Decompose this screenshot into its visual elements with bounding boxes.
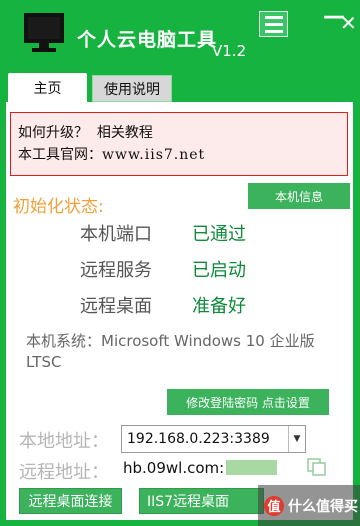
local-address-label: 本地地址： — [19, 431, 109, 452]
local-info-button[interactable]: 本机信息 — [248, 183, 350, 209]
status-label: 远程桌面 — [80, 296, 152, 317]
close-button[interactable]: ✕ — [340, 12, 357, 34]
watermark-badge: 值 — [264, 495, 284, 516]
hamburger-icon-bar — [264, 15, 283, 19]
remote-address-value: hb.09wl.com: — [123, 459, 225, 477]
status-value: 已启动 — [192, 260, 246, 281]
app-window: 个人云电脑工具 V1.2 — ✕ 主页 使用说明 如何升级？ 相关教程 本工具官… — [0, 0, 360, 526]
website-line: 本工具官网：www.iis7.net — [18, 144, 347, 166]
status-label: 本机端口 — [80, 224, 152, 245]
local-address-select[interactable]: 192.168.0.223:3389 ▼ — [121, 425, 306, 453]
tab-home[interactable]: 主页 — [8, 73, 87, 102]
redacted-mask — [226, 460, 278, 475]
website-link[interactable]: www.iis7.net — [102, 147, 205, 163]
hamburger-icon-bar — [264, 22, 283, 26]
copy-icon[interactable] — [306, 457, 328, 477]
website-label: 本工具官网： — [18, 147, 102, 163]
dropdown-arrow-icon[interactable]: ▼ — [288, 426, 305, 452]
tab-instructions[interactable]: 使用说明 — [92, 75, 172, 102]
status-label: 远程服务 — [80, 260, 152, 281]
remote-address: hb.09wl.com: — [123, 459, 278, 477]
hamburger-icon-bar — [264, 29, 283, 33]
status-row-desktop: 远程桌面 准备好 — [80, 292, 246, 318]
watermark-text: 什么值得买 — [288, 498, 358, 515]
status-row-service: 远程服务 已启动 — [80, 256, 246, 282]
iis7-remote-desktop-button[interactable]: IIS7远程桌面 — [139, 488, 264, 514]
status-value: 准备好 — [192, 296, 246, 317]
status-row-port: 本机端口 已通过 — [80, 220, 246, 246]
tutorial-link[interactable]: 相关教程 — [97, 125, 153, 141]
main-panel: 如何升级？ 相关教程 本工具官网：www.iis7.net 初始化状态: 本机信… — [6, 102, 353, 520]
version-label: V1.2 — [212, 42, 247, 60]
monitor-icon — [24, 13, 64, 52]
app-title: 个人云电脑工具 — [77, 29, 218, 51]
menu-button[interactable] — [259, 11, 288, 37]
local-address-value: 192.168.0.223:3389 — [127, 431, 270, 447]
upgrade-question: 如何升级？ — [18, 125, 88, 141]
status-value: 已通过 — [192, 224, 246, 245]
change-password-button[interactable]: 修改登陆密码 点击设置 — [167, 389, 329, 415]
notice-box: 如何升级？ 相关教程 本工具官网：www.iis7.net — [10, 112, 348, 176]
remote-address-label: 远程地址： — [19, 462, 109, 483]
remote-desktop-connect-button[interactable]: 远程桌面连接 — [19, 488, 122, 514]
system-info: 本机系统：Microsoft Windows 10 企业版 LTSC — [26, 332, 315, 371]
upgrade-line: 如何升级？ 相关教程 — [18, 122, 347, 144]
watermark: 值 什么值得买 — [258, 485, 360, 526]
init-status-label: 初始化状态: — [13, 197, 104, 217]
